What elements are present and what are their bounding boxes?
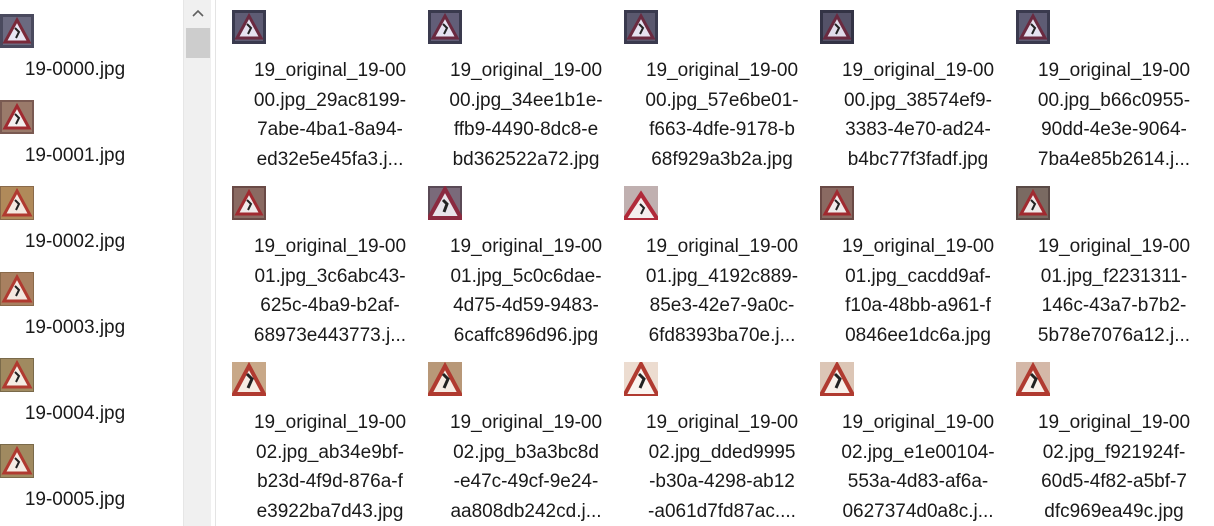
- image-thumbnail: [820, 362, 1016, 396]
- image-thumbnail: [1016, 362, 1212, 396]
- image-thumbnail: [624, 10, 820, 44]
- file-name: 19_original_19-00 02.jpg_dded9995 -b30a-42…: [645, 412, 799, 522]
- file-name: 19_original_19-00 02.jpg_b3a3bc8d -e47c-49…: [449, 412, 603, 522]
- file-name: 19_original_19-00 00.jpg_34ee1b1e-ffb9-44…: [449, 60, 603, 170]
- chevron-up-icon: [192, 9, 204, 17]
- pane-divider[interactable]: [215, 0, 216, 526]
- left-file-pane: 19-0000.jpg 19-0001.jpg 19-0002.jpg 19-0…: [0, 0, 183, 526]
- file-label: 19-0003.jpg: [24, 317, 126, 338]
- file-name: 19_original_19-00 01.jpg_5c0c6dae- 4d75-4d…: [449, 236, 603, 346]
- file-tile[interactable]: 19_original_19-00 01.jpg_4192c889- 85e3-42…: [624, 186, 820, 350]
- file-tile[interactable]: 19_original_19-00 01.jpg_3c6abc43- 625c-4b…: [232, 186, 428, 350]
- file-name: 19_original_19-00 02.jpg_f921924f- 60d5-4f…: [1037, 412, 1191, 522]
- file-tile[interactable]: 19_original_19-00 02.jpg_b3a3bc8d -e47c-49…: [428, 362, 624, 526]
- file-tile[interactable]: 19_original_19-00 01.jpg_cacdd9af-f10a-48…: [820, 186, 1016, 350]
- scroll-thumb[interactable]: [186, 28, 210, 58]
- file-label: 19-0002.jpg: [24, 231, 126, 252]
- file-tile[interactable]: 19_original_19-00 00.jpg_34ee1b1e-ffb9-44…: [428, 10, 624, 174]
- file-name: 19_original_19-00 02.jpg_e1e00104- 553a-4d…: [841, 412, 995, 522]
- file-name: 19_original_19-00 01.jpg_f2231311- 146c-43…: [1037, 236, 1191, 346]
- file-item[interactable]: 19-0004.jpg: [0, 358, 150, 425]
- image-thumbnail: [0, 100, 150, 134]
- file-name: 19_original_19-00 01.jpg_cacdd9af-f10a-48…: [841, 236, 995, 346]
- file-tile[interactable]: 19_original_19-00 01.jpg_5c0c6dae- 4d75-4d…: [428, 186, 624, 350]
- file-label: 19-0000.jpg: [24, 59, 126, 80]
- image-thumbnail: [232, 362, 428, 396]
- image-thumbnail: [1016, 186, 1212, 220]
- file-name: 19_original_19-00 00.jpg_29ac8199- 7abe-4b…: [253, 60, 407, 170]
- file-tile[interactable]: 19_original_19-00 02.jpg_dded9995 -b30a-42…: [624, 362, 820, 526]
- file-name: 19_original_19-00 01.jpg_4192c889- 85e3-42…: [645, 236, 799, 346]
- image-thumbnail: [232, 10, 428, 44]
- file-name: 19_original_19-00 00.jpg_38574ef9- 3383-4e…: [841, 60, 995, 170]
- file-tile[interactable]: 19_original_19-00 01.jpg_f2231311- 146c-43…: [1016, 186, 1212, 350]
- file-item[interactable]: 19-0001.jpg: [0, 100, 150, 167]
- file-tile[interactable]: 19_original_19-00 00.jpg_29ac8199- 7abe-4b…: [232, 10, 428, 174]
- image-thumbnail: [1016, 10, 1212, 44]
- file-label: 19-0005.jpg: [24, 489, 126, 510]
- image-thumbnail: [428, 10, 624, 44]
- file-name: 19_original_19-00 00.jpg_57e6be01- f663-4d…: [645, 60, 799, 170]
- file-item[interactable]: 19-0002.jpg: [0, 186, 150, 253]
- file-tile[interactable]: 19_original_19-00 00.jpg_b66c0955- 90dd-4e…: [1016, 10, 1212, 174]
- image-thumbnail: [428, 362, 624, 396]
- file-tile[interactable]: 19_original_19-00 02.jpg_f921924f- 60d5-4f…: [1016, 362, 1212, 526]
- file-tile[interactable]: 19_original_19-00 00.jpg_38574ef9- 3383-4e…: [820, 10, 1016, 174]
- vertical-scrollbar[interactable]: [183, 0, 211, 526]
- file-item[interactable]: 19-0003.jpg: [0, 272, 150, 339]
- file-label: 19-0004.jpg: [24, 403, 126, 424]
- file-label: 19-0001.jpg: [24, 145, 126, 166]
- image-thumbnail: [0, 358, 150, 392]
- image-thumbnail: [624, 362, 820, 396]
- image-thumbnail: [624, 186, 820, 220]
- file-tile[interactable]: 19_original_19-00 02.jpg_ab34e9bf-b23d-4f…: [232, 362, 428, 526]
- image-thumbnail: [0, 444, 150, 478]
- file-name: 19_original_19-00 00.jpg_b66c0955- 90dd-4e…: [1037, 60, 1191, 170]
- file-tile[interactable]: 19_original_19-00 02.jpg_e1e00104- 553a-4d…: [820, 362, 1016, 526]
- scroll-up-button[interactable]: [184, 0, 212, 26]
- file-tile[interactable]: 19_original_19-00 00.jpg_57e6be01- f663-4d…: [624, 10, 820, 174]
- image-thumbnail: [0, 186, 150, 220]
- file-name: 19_original_19-00 02.jpg_ab34e9bf-b23d-4f…: [253, 412, 407, 522]
- image-thumbnail: [0, 272, 150, 306]
- image-thumbnail: [820, 10, 1016, 44]
- image-thumbnail: [428, 186, 624, 220]
- file-name: 19_original_19-00 01.jpg_3c6abc43- 625c-4b…: [253, 236, 407, 346]
- image-thumbnail: [0, 14, 150, 48]
- image-thumbnail: [232, 186, 428, 220]
- image-thumbnail: [820, 186, 1016, 220]
- file-item[interactable]: 19-0005.jpg: [0, 444, 150, 511]
- file-item[interactable]: 19-0000.jpg: [0, 14, 150, 81]
